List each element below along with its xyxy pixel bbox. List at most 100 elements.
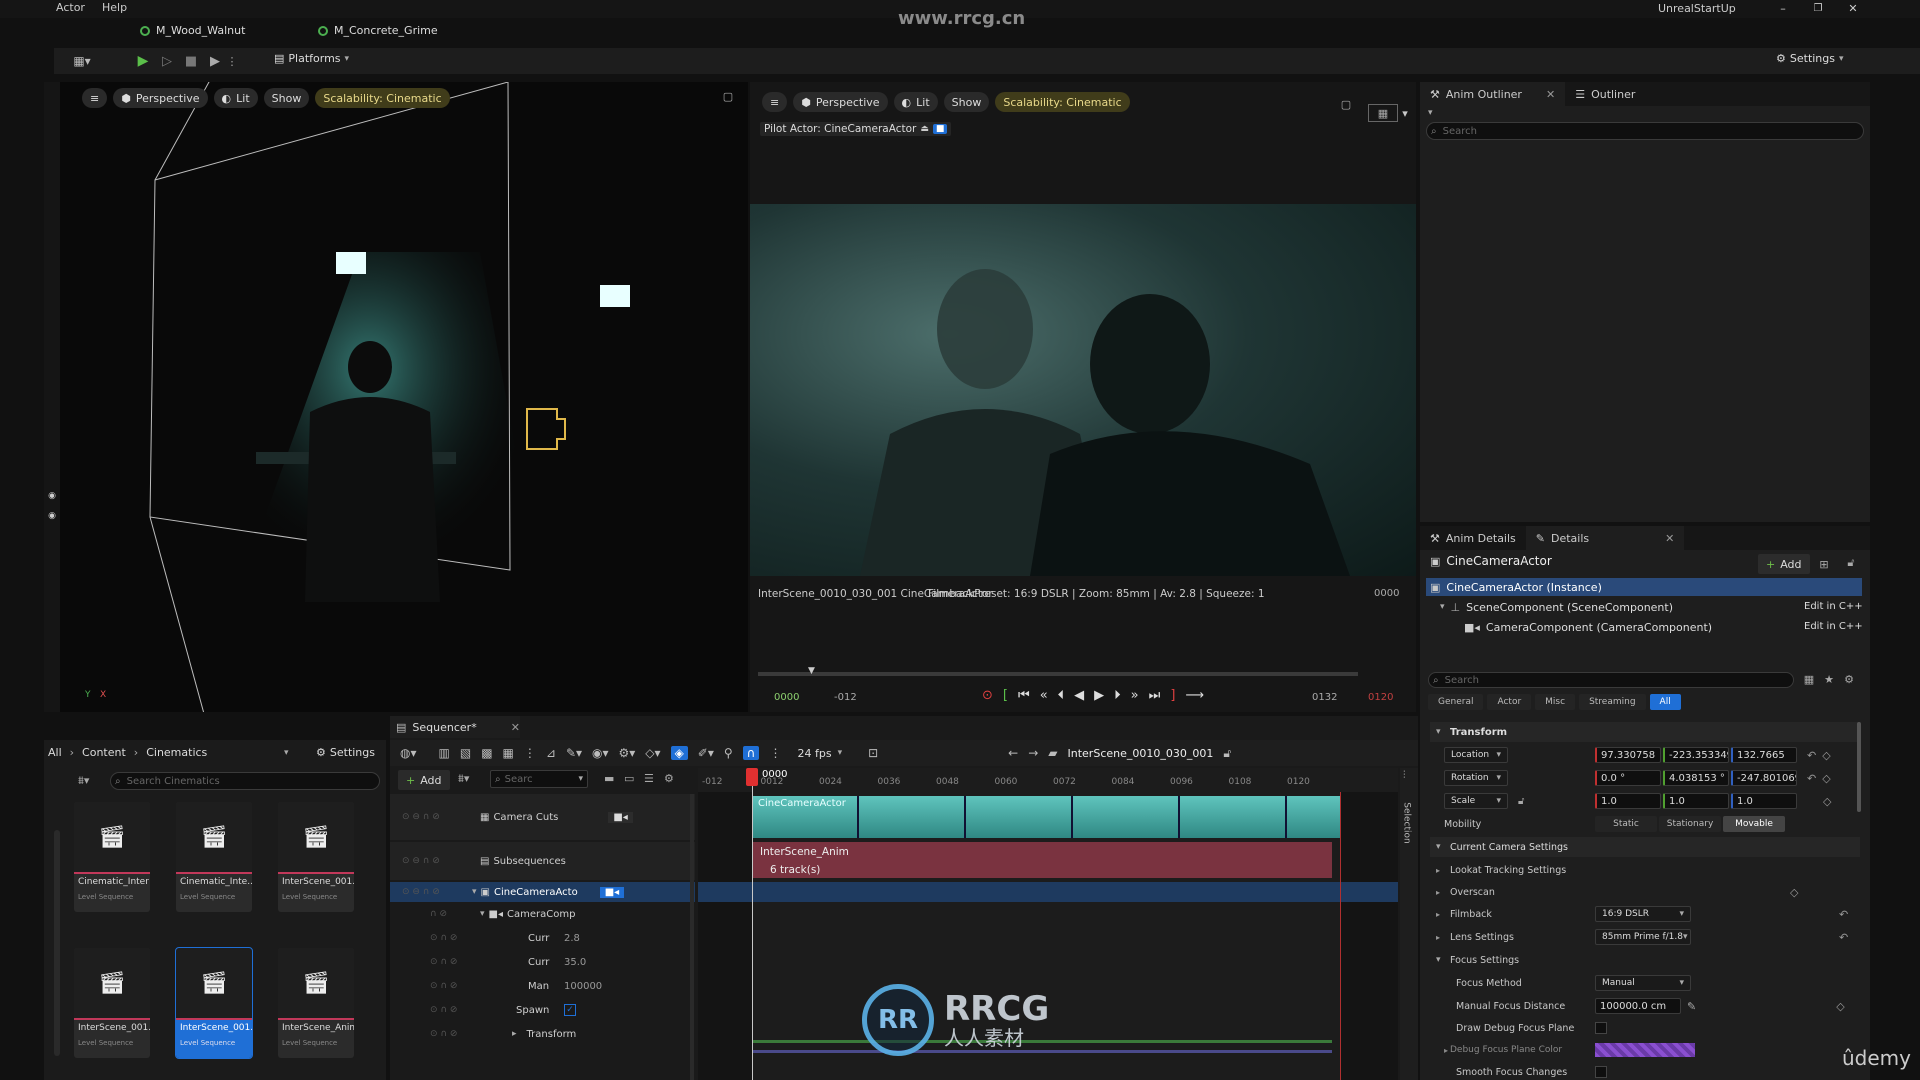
perspective-button[interactable]: ⬢ Perspective	[793, 92, 888, 112]
focus-method-dropdown[interactable]: Manual ▾	[1595, 975, 1691, 991]
collapse-icon[interactable]: ▬	[604, 772, 614, 785]
maximize-viewport-icon[interactable]: ▢	[720, 88, 736, 104]
close-window-icon[interactable]: ✕	[1845, 0, 1861, 16]
play-icon[interactable]: ▶	[134, 52, 152, 70]
scalability-badge[interactable]: Scalability: Cinematic	[995, 92, 1130, 112]
scale-dropdown[interactable]: Scale ▾	[1444, 793, 1508, 809]
open-asset-tab-1[interactable]: M_Wood_Walnut	[140, 24, 245, 37]
scrub-bar[interactable]	[758, 672, 1358, 676]
lit-button[interactable]: ◐ Lit	[213, 88, 258, 108]
transform-section-header[interactable]: ▾ Transform	[1430, 722, 1860, 742]
edit-in-cpp-link[interactable]: Edit in C++	[1804, 621, 1863, 632]
playhead[interactable]	[746, 768, 758, 786]
jump-end-icon[interactable]: ⏭	[1149, 688, 1161, 703]
star-icon[interactable]: ★	[1822, 672, 1836, 686]
chevron-right-icon[interactable]: ▸	[512, 1029, 517, 1039]
graph-icon[interactable]: ⊡	[868, 746, 878, 760]
edit-in-cpp-link[interactable]: Edit in C++	[1804, 601, 1863, 612]
tab-details[interactable]: ✎ Details ✕	[1525, 526, 1685, 550]
camera-lock-icon[interactable]: ■	[932, 124, 948, 134]
save-icon[interactable]: ▥	[439, 746, 450, 760]
viewport-menu-button[interactable]: ≡	[762, 92, 788, 112]
browser-settings-button[interactable]: ⚙ Settings	[316, 746, 375, 759]
reset-icon[interactable]: ↶	[1807, 749, 1816, 762]
track-camera-cuts[interactable]: ⊙ ⊖ ∩ ⊘ ▦ Camera Cuts ■◂	[390, 794, 695, 840]
cinematic-viewport[interactable]: ≡ ⬢ Perspective ◐ Lit Show Scalability: Ci…	[750, 82, 1416, 712]
close-icon[interactable]: ✕	[1665, 532, 1674, 545]
chevron-down-icon[interactable]: ▾	[480, 909, 485, 919]
chevron-right-icon[interactable]: ▸	[1430, 1046, 1450, 1055]
close-icon[interactable]: ✕	[1546, 88, 1555, 101]
details-scrollbar[interactable]	[1857, 722, 1861, 812]
camera-lock-icon[interactable]: ■◂	[599, 886, 625, 898]
location-z-field[interactable]: 132.7665	[1731, 747, 1797, 763]
keyframe-icon[interactable]: ◇	[1822, 772, 1830, 785]
jump-start-icon[interactable]: ⏮	[1018, 688, 1030, 703]
scrub-handle[interactable]: ▼	[808, 666, 815, 676]
world-icon[interactable]: ◍▾	[400, 746, 417, 760]
open-asset-tab-2[interactable]: M_Concrete_Grime	[318, 24, 438, 37]
tab-outliner[interactable]: ☰ Outliner	[1565, 82, 1645, 106]
view-icon[interactable]: ◉▾	[592, 746, 609, 760]
keyframe-icon[interactable]: ◇	[1836, 1000, 1844, 1013]
gear-icon[interactable]: ⚙	[1842, 672, 1856, 686]
debug-color-swatch[interactable]	[1595, 1043, 1695, 1057]
forward-icon[interactable]: →	[1028, 746, 1038, 760]
blueprint-icon[interactable]: ⊞	[1816, 556, 1832, 572]
expand-icon[interactable]: ▭	[624, 772, 634, 785]
show-button[interactable]: Show	[263, 88, 310, 108]
track-value[interactable]: 100000	[564, 981, 602, 992]
auto-key-icon[interactable]: ◈	[670, 746, 688, 760]
lock-icon[interactable]: 🔓︎	[1518, 796, 1524, 807]
add-component-button[interactable]: + Add	[1758, 554, 1810, 574]
marker-icon[interactable]: ⚲	[724, 746, 733, 760]
asset-tile[interactable]: 🎬︎ InterScene_001... Level Sequence	[74, 948, 150, 1058]
asset-tile[interactable]: 🎬︎ InterScene_001... Level Sequence	[278, 802, 354, 912]
sequencer-tab[interactable]: ▤ Sequencer* ✕	[390, 716, 520, 738]
more-options-icon[interactable]: ⋮	[226, 52, 238, 70]
add-track-button[interactable]: + Add	[398, 770, 450, 790]
spawned-checkbox[interactable]: ✓	[564, 1004, 576, 1016]
lit-button[interactable]: ◐ Lit	[893, 92, 938, 112]
track-value[interactable]: 35.0	[564, 957, 586, 968]
maximize-viewport-icon[interactable]: ▢	[1338, 96, 1354, 112]
mobility-static[interactable]: Static	[1595, 816, 1657, 832]
breadcrumb-cinematics[interactable]: Cinematics	[146, 746, 207, 759]
tools-icon[interactable]: ✎▾	[566, 746, 582, 760]
pen-icon[interactable]: ✐▾	[698, 746, 714, 760]
breadcrumb-content[interactable]: Content	[82, 746, 126, 759]
restore-icon[interactable]: ❐	[1810, 0, 1826, 16]
asset-tile[interactable]: 🎬︎ Cinematic_Inte... Level Sequence	[176, 802, 252, 912]
track-current-aperture[interactable]: ⊙ ∩ ⊘ Curr 2.8	[390, 928, 695, 948]
location-x-field[interactable]: 97.330758	[1595, 747, 1661, 763]
draw-debug-checkbox[interactable]	[1595, 1022, 1607, 1034]
mobility-movable[interactable]: Movable	[1723, 816, 1785, 832]
menu-item-help[interactable]: Help	[102, 1, 127, 14]
tab-anim-outliner[interactable]: ⚒ Anim Outliner ✕	[1420, 82, 1566, 106]
back-icon[interactable]: ←	[1008, 746, 1018, 760]
component-instance-row[interactable]: ▣ CineCameraActor (Instance)	[1426, 578, 1862, 596]
lock-icon[interactable]: 🔓︎	[1223, 746, 1231, 761]
manual-focus-field[interactable]: 100000.0 cm	[1595, 998, 1681, 1014]
eject-icon[interactable]: ▶	[206, 52, 224, 70]
track-subsequences[interactable]: ⊙ ⊖ ∩ ⊘ ▤ Subsequences	[390, 842, 695, 880]
selection-label[interactable]: Selection	[1402, 802, 1412, 843]
track-camera-component[interactable]: ∩ ⊘ ▾ ■◂ CameraComp	[390, 904, 695, 924]
track-spawned[interactable]: ⊙ ∩ ⊘ Spawn ✓	[390, 1000, 695, 1020]
rotation-dropdown[interactable]: Rotation ▾	[1444, 770, 1508, 786]
scalability-badge[interactable]: Scalability: Cinematic	[315, 88, 450, 108]
viewport-menu-button[interactable]: ≡	[82, 88, 108, 108]
next-key-icon[interactable]: »	[1131, 688, 1139, 703]
lock-icon[interactable]: 🔓︎	[1844, 556, 1858, 570]
chevron-down-icon[interactable]: ▾	[472, 887, 477, 897]
folder-icon[interactable]: ▰	[1048, 746, 1057, 760]
chevron-right-icon[interactable]: ▸	[1430, 933, 1450, 942]
settings-button[interactable]: ⚙ Settings ▾	[1776, 52, 1844, 65]
save-as-icon[interactable]: ▧	[460, 746, 471, 760]
prev-key-icon[interactable]: «	[1040, 688, 1048, 703]
track-list-divider[interactable]	[690, 794, 694, 1080]
camera-component-row[interactable]: ■◂ CameraComponent (CameraComponent)	[1464, 618, 1854, 636]
show-button[interactable]: Show	[943, 92, 990, 112]
filter-all[interactable]: All	[1649, 694, 1681, 710]
focus-section[interactable]: ▾ Focus Settings	[1430, 950, 1860, 970]
